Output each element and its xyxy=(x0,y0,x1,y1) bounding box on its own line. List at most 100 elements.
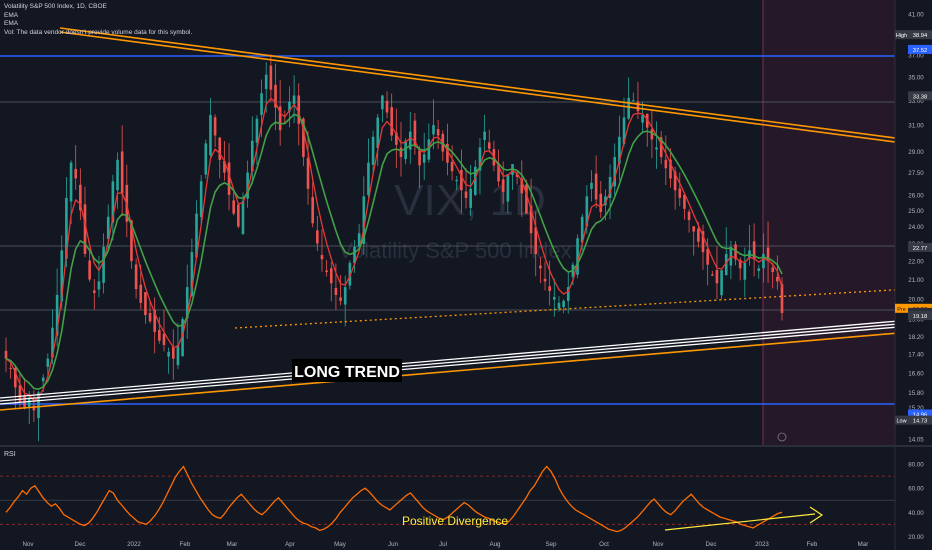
candle-body xyxy=(237,204,240,227)
candle-body xyxy=(204,143,208,175)
candle-body xyxy=(539,265,542,269)
ema-fast-legend[interactable]: EMA xyxy=(4,12,192,21)
candle-body xyxy=(41,377,45,382)
candle-body xyxy=(9,367,12,369)
candle-body xyxy=(422,154,426,163)
candle-body xyxy=(776,276,779,282)
candle-body xyxy=(562,300,565,308)
price-tick-label: 16.60 xyxy=(908,370,924,377)
candle-body xyxy=(381,95,384,110)
time-tick-label: Aug xyxy=(489,541,501,548)
candle-body xyxy=(771,267,775,273)
price-tick-label: 21.00 xyxy=(908,277,924,284)
candle-body xyxy=(594,173,598,200)
rsi-tick-label: 40.00 xyxy=(908,510,924,517)
candle-body xyxy=(148,313,152,322)
candle-body xyxy=(218,137,222,160)
price-tick-label: 22.00 xyxy=(908,259,924,266)
candle-body xyxy=(325,270,328,273)
positive-divergence-label: Positive Divergence xyxy=(402,514,508,528)
price-tag-value: 22.77 xyxy=(913,246,928,252)
time-tick-label: Feb xyxy=(180,541,191,548)
candle-body xyxy=(418,150,421,166)
volume-note: Vol: The data vendor doesn't provide vol… xyxy=(4,28,193,36)
candle-body xyxy=(158,329,161,341)
candle-body xyxy=(636,101,640,112)
candle-body xyxy=(427,139,431,160)
price-tag-value: 14.73 xyxy=(913,419,928,425)
price-tick-label: 35.00 xyxy=(908,74,924,81)
candle-body xyxy=(715,269,719,284)
candle-body xyxy=(506,174,510,202)
price-tag-value: 33.38 xyxy=(913,94,928,100)
future-shading xyxy=(763,0,895,446)
rsi-tick-label: 20.00 xyxy=(908,534,924,541)
candle-body xyxy=(720,270,723,296)
time-tick-label: Apr xyxy=(285,541,295,548)
time-tick-label: 2022 xyxy=(127,541,141,548)
time-tick-label: Feb xyxy=(807,541,818,548)
candle-body xyxy=(501,179,505,192)
candle-body xyxy=(213,117,217,136)
candle-body xyxy=(655,147,658,150)
candle-body xyxy=(780,284,784,313)
candle-body xyxy=(176,345,180,366)
candle-body xyxy=(74,168,78,179)
candle-body xyxy=(343,287,347,305)
candle-body xyxy=(697,228,700,242)
candle-body xyxy=(590,182,593,189)
time-tick-label: Dec xyxy=(74,541,85,548)
time-tick-label: Mar xyxy=(858,541,869,548)
candle-body xyxy=(306,157,310,189)
price-tag-value: 19.18 xyxy=(913,314,928,320)
time-tick-label: Oct xyxy=(599,541,609,548)
candle-body xyxy=(264,74,268,89)
price-tag-value: 38.94 xyxy=(913,33,928,39)
candle-body xyxy=(241,200,245,235)
candle-body xyxy=(664,159,668,169)
symbol-line[interactable]: Volatility S&P 500 Index, 1D, CBOE xyxy=(4,3,192,12)
candle-body xyxy=(167,351,170,357)
candle-body xyxy=(292,95,296,105)
candle-body xyxy=(762,253,765,269)
candle-body xyxy=(329,268,333,284)
candle-body xyxy=(116,159,119,191)
rsi-title[interactable]: RSI xyxy=(4,451,16,458)
candle-body xyxy=(199,181,203,218)
time-tick-label: Jul xyxy=(439,541,447,548)
time-tick-label: Dec xyxy=(705,541,716,548)
price-tick-label: 15.80 xyxy=(908,390,924,397)
candle-body xyxy=(487,142,491,149)
candle-body xyxy=(678,188,682,198)
candle-body xyxy=(692,226,696,232)
price-tick-label: 24.00 xyxy=(908,224,924,231)
long-trend-label: LONG TREND xyxy=(294,364,400,381)
candle-body xyxy=(339,297,342,301)
candle-body xyxy=(88,260,91,280)
candle-body xyxy=(557,302,561,309)
candle-body xyxy=(4,350,8,359)
candle-body xyxy=(650,129,654,140)
time-tick-label: Jun xyxy=(388,541,399,548)
price-tick-label: 14.05 xyxy=(908,436,924,443)
price-tick-label: 18.20 xyxy=(908,334,924,341)
candle-body xyxy=(710,274,714,276)
candle-body xyxy=(469,188,472,208)
rsi-tick-label: 60.00 xyxy=(908,486,924,493)
candle-body xyxy=(97,281,101,290)
candle-body xyxy=(450,161,454,172)
time-tick-label: Sep xyxy=(545,541,557,548)
candle-body xyxy=(706,249,709,265)
candle-body xyxy=(436,129,440,136)
candle-body xyxy=(144,292,147,316)
candle-body xyxy=(483,131,486,141)
candle-body xyxy=(162,333,166,346)
candle-body xyxy=(548,286,551,292)
candle-body xyxy=(432,125,435,135)
price-tag-name: Low xyxy=(896,419,906,425)
candle-body xyxy=(311,197,314,224)
ema-slow-legend[interactable]: EMA xyxy=(4,20,192,29)
candle-body xyxy=(455,179,459,182)
candle-body xyxy=(757,268,761,272)
time-tick-label: 2023 xyxy=(755,541,769,548)
